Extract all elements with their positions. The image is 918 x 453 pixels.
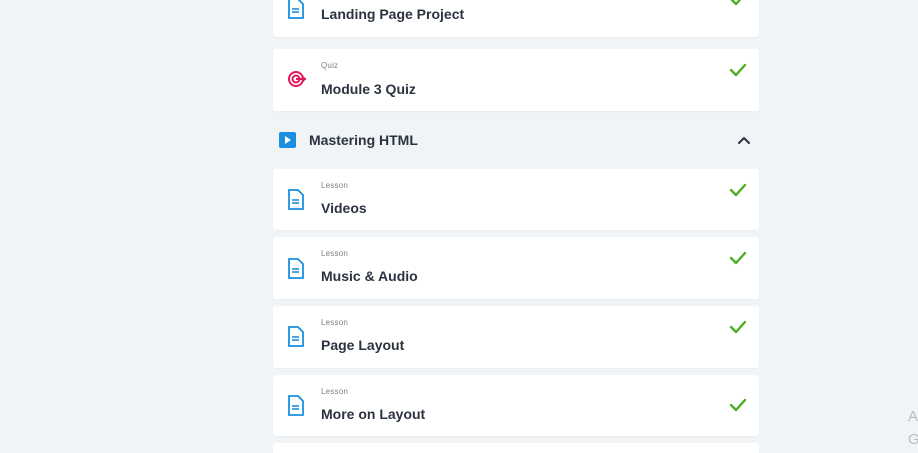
completed-check-icon	[729, 63, 747, 77]
course-item-music-audio[interactable]: Lesson Music & Audio	[273, 237, 759, 299]
section-title: Mastering HTML	[309, 132, 418, 148]
side-text-fragment-2: G	[908, 431, 918, 448]
lesson-document-icon	[288, 0, 304, 19]
course-item-module-3-quiz[interactable]: Quiz Module 3 Quiz	[273, 49, 759, 111]
course-item-type: Lesson	[321, 318, 348, 327]
course-item-type: Lesson	[321, 181, 348, 190]
course-item-type: Quiz	[321, 61, 339, 70]
lesson-document-icon	[288, 326, 304, 347]
course-item-landing-page-project[interactable]: Landing Page Project	[273, 0, 759, 37]
course-item-videos[interactable]: Lesson Videos	[273, 169, 759, 230]
completed-check-icon	[729, 398, 747, 412]
course-item-title: Landing Page Project	[321, 6, 465, 22]
course-item-partial-next[interactable]	[273, 443, 759, 453]
course-item-title: Music & Audio	[321, 268, 418, 284]
completed-check-icon	[730, 0, 742, 6]
course-item-title: Videos	[321, 200, 367, 216]
course-item-more-on-layout[interactable]: Lesson More on Layout	[273, 375, 759, 436]
course-item-title: Page Layout	[321, 337, 405, 353]
completed-check-icon	[729, 183, 747, 197]
course-outline-page: Landing Page Project Quiz Module 3 Quiz …	[0, 0, 918, 453]
course-item-title: More on Layout	[321, 406, 426, 422]
section-header-mastering-html[interactable]: Mastering HTML	[273, 122, 759, 158]
lesson-document-icon	[288, 189, 304, 210]
course-item-type: Lesson	[321, 249, 348, 258]
completed-check-icon	[729, 251, 747, 265]
lesson-document-icon	[288, 258, 304, 279]
lesson-document-icon	[288, 395, 304, 416]
quiz-target-icon	[288, 71, 307, 87]
play-icon	[279, 132, 296, 148]
course-item-title: Module 3 Quiz	[321, 81, 416, 97]
course-item-page-layout[interactable]: Lesson Page Layout	[273, 306, 759, 368]
chevron-up-icon[interactable]	[737, 134, 751, 146]
course-item-type: Lesson	[321, 387, 348, 396]
side-text-fragment-1: A	[908, 408, 918, 425]
completed-check-icon	[729, 320, 747, 334]
